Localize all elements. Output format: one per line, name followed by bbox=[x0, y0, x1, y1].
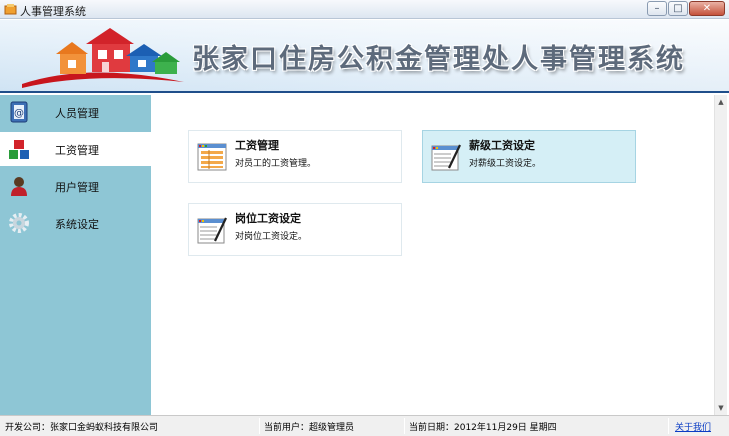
close-button[interactable]: ✕ bbox=[689, 1, 725, 16]
sidebar-item-settings[interactable]: 系统设定 bbox=[0, 206, 151, 240]
contacts-icon: @ bbox=[10, 101, 28, 123]
spreadsheet-pen-icon bbox=[431, 144, 461, 171]
main-content: 工资管理 对员工的工资管理。 薪级工资设定 对薪级工资设定。 岗位工资设定 对岗… bbox=[151, 95, 714, 415]
sidebar-item-users[interactable]: 用户管理 bbox=[0, 169, 151, 203]
status-current-date: 当前日期：2012年11月29日 星期四 bbox=[409, 423, 557, 433]
card-description: 对员工的工资管理。 bbox=[235, 159, 317, 169]
card-title: 工资管理 bbox=[235, 139, 279, 152]
gear-icon bbox=[9, 213, 29, 233]
houses-logo bbox=[22, 28, 184, 88]
sidebar-item-label: 用户管理 bbox=[55, 181, 99, 194]
about-us-link[interactable]: 关于我们 bbox=[675, 420, 711, 433]
card-title: 薪级工资设定 bbox=[469, 139, 535, 152]
card-description: 对岗位工资设定。 bbox=[235, 232, 308, 242]
card-position-salary-setting[interactable]: 岗位工资设定 对岗位工资设定。 bbox=[188, 203, 402, 256]
sidebar-item-label: 系统设定 bbox=[55, 218, 99, 231]
card-salary-management[interactable]: 工资管理 对员工的工资管理。 bbox=[188, 130, 402, 183]
spreadsheet-pen-icon bbox=[197, 217, 227, 244]
maximize-icon: □ bbox=[673, 2, 683, 14]
blocks-icon bbox=[9, 140, 29, 159]
spreadsheet-icon bbox=[197, 143, 227, 171]
scroll-down-icon[interactable]: ▼ bbox=[715, 402, 727, 414]
sidebar: @ 人员管理 工资管理 用户管理 系统设定 bbox=[0, 95, 151, 415]
window-title: 人事管理系统 bbox=[20, 5, 86, 18]
minimize-icon: – bbox=[654, 2, 660, 14]
card-description: 对薪级工资设定。 bbox=[469, 159, 542, 169]
status-current-user: 当前用户：超级管理员 bbox=[264, 423, 355, 433]
header-banner: 张家口住房公积金管理处人事管理系统 bbox=[0, 20, 729, 93]
minimize-button[interactable]: – bbox=[647, 1, 667, 16]
status-company: 开发公司：张家口金蚂蚁科技有限公司 bbox=[5, 423, 159, 433]
sidebar-item-label: 工资管理 bbox=[55, 144, 99, 157]
sidebar-item-salary[interactable]: 工资管理 bbox=[0, 132, 151, 166]
sidebar-item-label: 人员管理 bbox=[55, 107, 99, 120]
vertical-scrollbar[interactable]: ▲ ▼ bbox=[714, 95, 727, 415]
app-icon bbox=[4, 4, 17, 15]
title-bar: 人事管理系统 – □ ✕ bbox=[0, 0, 729, 19]
card-grade-salary-setting[interactable]: 薪级工资设定 对薪级工资设定。 bbox=[422, 130, 636, 183]
close-icon: ✕ bbox=[702, 2, 712, 14]
scroll-up-icon[interactable]: ▲ bbox=[715, 96, 727, 108]
user-icon bbox=[11, 177, 27, 196]
svg-text:@: @ bbox=[14, 108, 24, 119]
sidebar-item-personnel[interactable]: @ 人员管理 bbox=[0, 95, 151, 129]
status-bar: 开发公司：张家口金蚂蚁科技有限公司 当前用户：超级管理员 当前日期：2012年1… bbox=[0, 415, 729, 436]
maximize-button[interactable]: □ bbox=[668, 1, 688, 16]
card-title: 岗位工资设定 bbox=[235, 212, 301, 225]
banner-title: 张家口住房公积金管理处人事管理系统 bbox=[192, 44, 685, 75]
